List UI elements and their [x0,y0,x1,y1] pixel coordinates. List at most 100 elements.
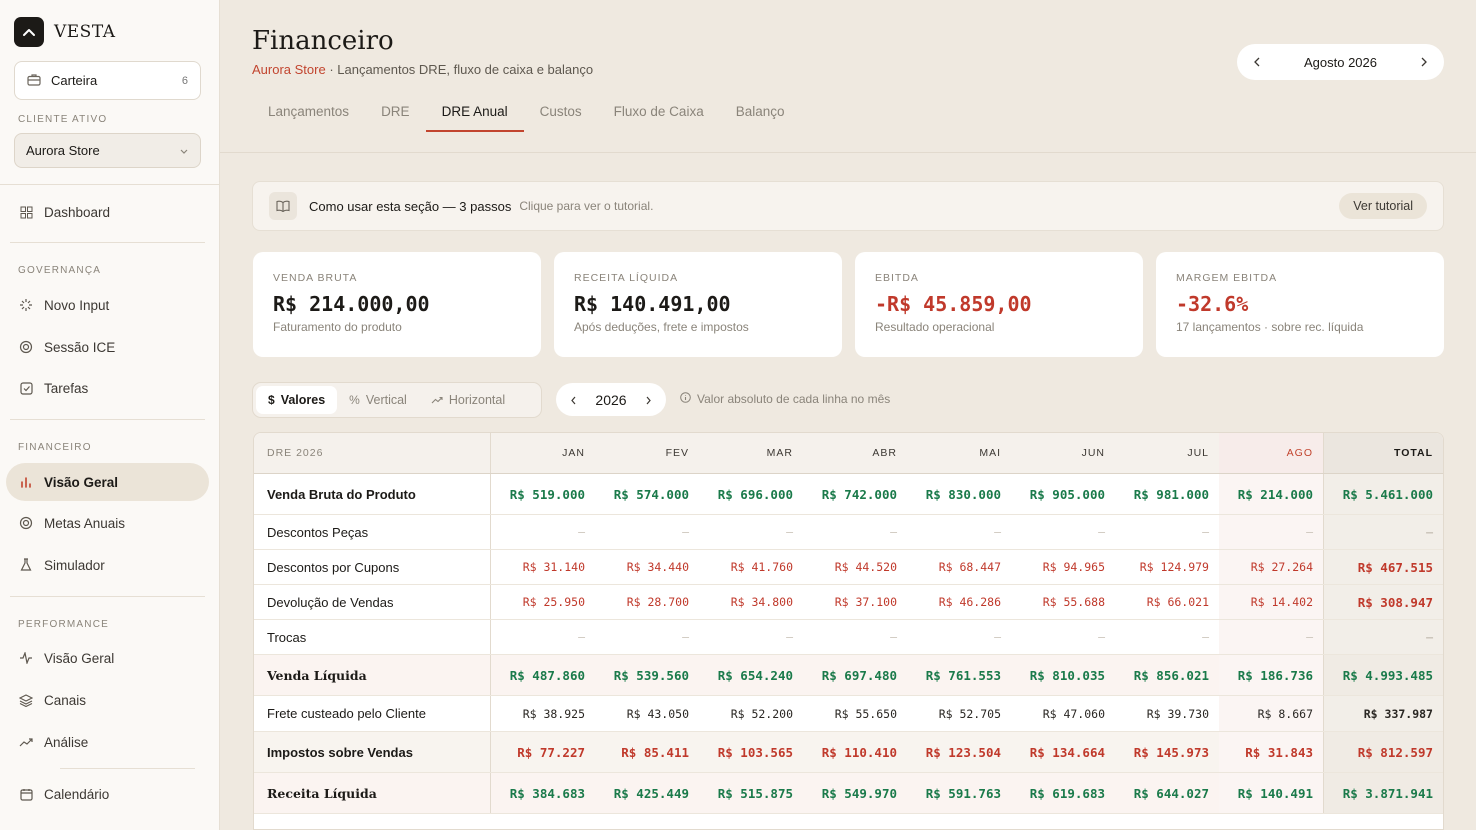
table-cell[interactable]: R$ 66.021 [1115,585,1219,619]
sidebar-item-simulador[interactable]: Simulador [6,546,209,584]
table-cell[interactable]: — [595,620,699,654]
client-select[interactable]: Aurora Store [14,133,201,168]
table-cell[interactable]: R$ 27.264 [1219,550,1323,584]
table-cell[interactable]: R$ 186.736 [1219,655,1323,695]
view-horizontal-button[interactable]: Horizontal [419,386,517,414]
table-cell[interactable]: R$ 810.035 [1011,655,1115,695]
table-cell[interactable]: — [1219,515,1323,549]
chevron-right-icon[interactable] [1420,55,1428,70]
table-cell[interactable]: R$ 425.449 [595,773,699,813]
table-cell[interactable]: — [907,515,1011,549]
table-cell[interactable]: R$ 38.925 [491,696,595,731]
table-cell[interactable]: R$ 619.683 [1011,773,1115,813]
table-cell[interactable]: — [907,620,1011,654]
table-cell[interactable]: — [699,620,803,654]
table-cell[interactable]: R$ 981.000 [1115,474,1219,514]
table-cell[interactable]: R$ 214.000 [1219,474,1323,514]
table-cell[interactable]: R$ 742.000 [803,474,907,514]
brand[interactable]: VESTA [14,17,116,47]
table-cell[interactable]: — [1011,515,1115,549]
table-cell[interactable]: R$ 574.000 [595,474,699,514]
table-cell[interactable]: — [1115,620,1219,654]
table-row[interactable]: Devolução de Vendas R$ 25.950 R$ 28.700 R$ … [254,585,1443,620]
table-row[interactable]: Trocas — — — — — — — — — [254,620,1443,655]
table-cell[interactable]: R$ 761.553 [907,655,1011,695]
table-row[interactable]: Venda Líquida R$ 487.860 R$ 539.560 R$ 654.… [254,655,1443,696]
table-cell[interactable]: R$ 34.800 [699,585,803,619]
sidebar-item-dashboard[interactable]: Dashboard [6,193,209,231]
table-cell[interactable]: — [803,620,907,654]
table-cell[interactable]: R$ 47.060 [1011,696,1115,731]
table-cell[interactable]: R$ 31.140 [491,550,595,584]
sidebar-item-visao-geral-performance[interactable]: Visão Geral [6,639,209,677]
table-cell[interactable]: R$ 39.730 [1115,696,1219,731]
table-cell[interactable]: R$ 34.440 [595,550,699,584]
table-cell[interactable]: — [699,515,803,549]
table-cell[interactable]: R$ 28.700 [595,585,699,619]
table-cell[interactable]: R$ 696.000 [699,474,803,514]
sidebar-item-calendario[interactable]: Calendário [6,775,209,813]
table-cell[interactable]: R$ 85.411 [595,732,699,772]
table-cell[interactable]: — [1115,515,1219,549]
subtitle-client[interactable]: Aurora Store [252,62,326,77]
wallet-button[interactable]: Carteira 6 [14,61,201,100]
table-cell[interactable]: R$ 77.227 [491,732,595,772]
tab-custos[interactable]: Custos [524,104,598,132]
table-cell[interactable]: R$ 134.664 [1011,732,1115,772]
table-row[interactable]: Impostos sobre Vendas R$ 77.227 R$ 85.411 R… [254,732,1443,773]
sidebar-item-visao-geral-financeiro[interactable]: Visão Geral [6,463,209,501]
table-cell[interactable]: R$ 905.000 [1011,474,1115,514]
table-cell[interactable]: R$ 94.965 [1011,550,1115,584]
table-row[interactable]: Descontos Peças — — — — — — — — — [254,515,1443,550]
table-cell[interactable]: R$ 519.000 [491,474,595,514]
sidebar-item-canais[interactable]: Canais [6,681,209,719]
table-cell[interactable]: R$ 14.402 [1219,585,1323,619]
table-cell[interactable]: R$ 52.200 [699,696,803,731]
table-row[interactable]: Venda Bruta do Produto R$ 519.000 R$ 574.0… [254,474,1443,515]
tab-lancamentos[interactable]: Lançamentos [252,104,365,132]
table-cell[interactable]: R$ 37.100 [803,585,907,619]
table-cell[interactable]: — [595,515,699,549]
table-cell[interactable]: R$ 110.410 [803,732,907,772]
tab-dre[interactable]: DRE [365,104,426,132]
view-vertical-button[interactable]: % Vertical [337,386,419,414]
table-cell[interactable]: R$ 52.705 [907,696,1011,731]
table-cell[interactable]: R$ 55.688 [1011,585,1115,619]
chevron-right-icon[interactable] [645,392,652,408]
tab-fluxo-de-caixa[interactable]: Fluxo de Caixa [598,104,720,132]
table-cell[interactable]: R$ 384.683 [491,773,595,813]
table-cell[interactable]: R$ 41.760 [699,550,803,584]
chevron-left-icon[interactable] [570,392,577,408]
table-cell[interactable]: — [491,515,595,549]
view-tutorial-button[interactable]: Ver tutorial [1339,193,1427,219]
sidebar-item-metas-anuais[interactable]: Metas Anuais [6,504,209,542]
tutorial-banner[interactable]: Como usar esta seção — 3 passos Clique p… [252,181,1444,231]
table-cell[interactable]: R$ 145.973 [1115,732,1219,772]
table-cell[interactable]: R$ 25.950 [491,585,595,619]
table-cell[interactable]: — [1011,620,1115,654]
table-cell[interactable]: R$ 644.027 [1115,773,1219,813]
table-cell[interactable]: R$ 549.970 [803,773,907,813]
table-cell[interactable]: R$ 856.021 [1115,655,1219,695]
view-valores-button[interactable]: $ Valores [256,386,338,414]
tab-balanco[interactable]: Balanço [720,104,801,132]
table-cell[interactable]: R$ 68.447 [907,550,1011,584]
tab-dre-anual[interactable]: DRE Anual [425,104,524,132]
table-cell[interactable]: R$ 697.480 [803,655,907,695]
table-cell[interactable]: R$ 591.763 [907,773,1011,813]
table-cell[interactable]: R$ 123.504 [907,732,1011,772]
table-row[interactable]: Receita Líquida R$ 384.683 R$ 425.449 R$ 51… [254,773,1443,814]
table-row[interactable]: Descontos por Cupons R$ 31.140 R$ 34.440 R$… [254,550,1443,585]
table-cell[interactable]: R$ 654.240 [699,655,803,695]
table-cell[interactable]: R$ 103.565 [699,732,803,772]
table-cell[interactable]: — [803,515,907,549]
table-cell[interactable]: R$ 55.650 [803,696,907,731]
table-cell[interactable]: R$ 487.860 [491,655,595,695]
table-cell[interactable]: — [1219,620,1323,654]
table-cell[interactable]: — [491,620,595,654]
table-cell[interactable]: R$ 539.560 [595,655,699,695]
table-cell[interactable]: R$ 43.050 [595,696,699,731]
table-cell[interactable]: R$ 8.667 [1219,696,1323,731]
table-cell[interactable]: R$ 830.000 [907,474,1011,514]
table-cell[interactable]: R$ 140.491 [1219,773,1323,813]
